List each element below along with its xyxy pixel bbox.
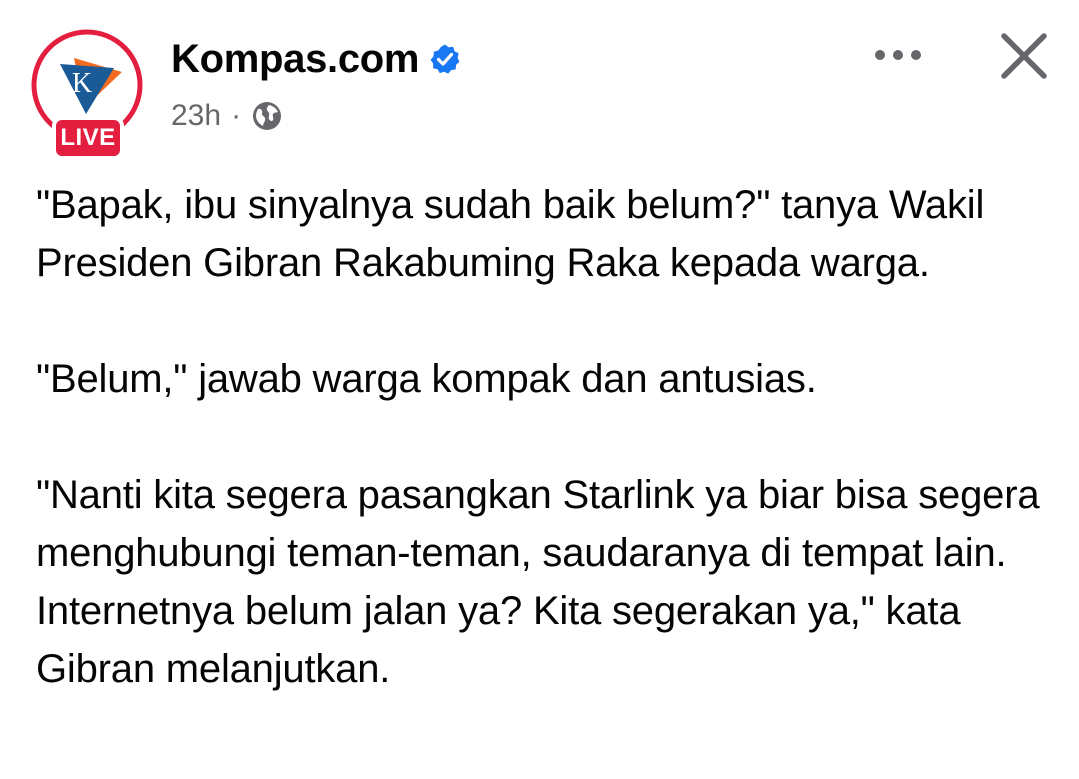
post-timestamp[interactable]: 23h — [171, 99, 221, 133]
globe-icon[interactable] — [251, 100, 283, 132]
page-name-row: Kompas.com — [171, 34, 461, 84]
post-paragraph: "Belum," jawab warga kompak dan antusias… — [36, 357, 817, 401]
post-text: "Bapak, ibu sinyalnya sudah baik belum?"… — [36, 176, 1056, 698]
live-badge: LIVE — [52, 116, 124, 160]
verified-badge-icon — [430, 44, 460, 74]
more-options-button[interactable] — [868, 35, 928, 75]
post-header: K LIVE Kompas.com 23h · — [0, 0, 1079, 170]
more-horizontal-icon — [875, 50, 921, 60]
post-paragraph: "Nanti kita segera pasangkan Starlink ya… — [36, 473, 1040, 691]
page-name[interactable]: Kompas.com — [171, 37, 419, 82]
avatar-letter: K — [72, 68, 92, 99]
close-button[interactable] — [996, 28, 1052, 84]
page-avatar[interactable]: K LIVE — [30, 28, 150, 160]
close-icon — [1001, 33, 1047, 79]
meta-separator: · — [231, 99, 242, 132]
post-paragraph: "Bapak, ibu sinyalnya sudah baik belum?"… — [36, 183, 985, 285]
post-meta: 23h · — [171, 96, 283, 136]
